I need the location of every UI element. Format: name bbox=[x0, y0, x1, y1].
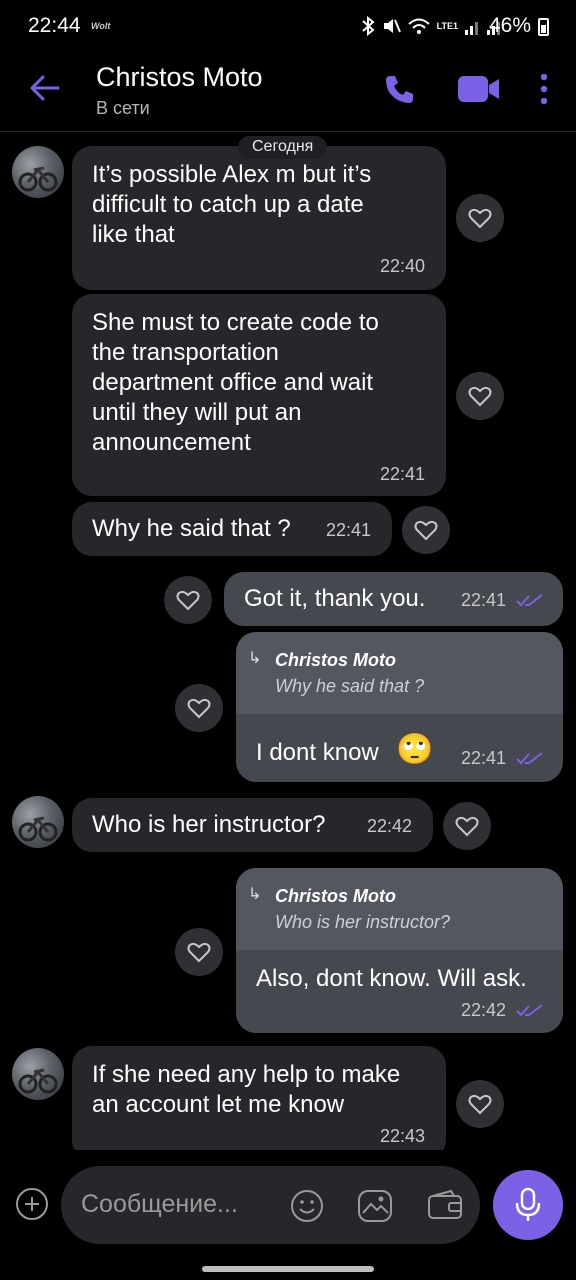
microphone-icon bbox=[515, 1187, 541, 1221]
reply-quote-text: Why he said that ? bbox=[275, 676, 425, 696]
back-arrow-icon[interactable] bbox=[28, 74, 62, 102]
emoji-icon[interactable] bbox=[290, 1189, 324, 1223]
message-time: 22:41 bbox=[326, 520, 372, 540]
chat-header: Christos Moto В сети bbox=[0, 54, 576, 132]
message-text: It’s possible Alex m but it’s difficult … bbox=[92, 161, 372, 248]
motorcycle-avatar-icon bbox=[18, 166, 58, 192]
contact-name[interactable]: Christos Moto bbox=[96, 62, 263, 93]
message-composer: Сообщение... bbox=[0, 1150, 576, 1280]
message-bubble-outgoing-reply[interactable]: ↳ Christos Moto Who is her instructor? A… bbox=[236, 868, 563, 1033]
battery-percent: 46% bbox=[489, 14, 532, 37]
message-text: Who is her instructor? bbox=[92, 811, 326, 838]
bluetooth-icon bbox=[361, 16, 375, 36]
status-time: 22:44 bbox=[28, 14, 81, 37]
heart-icon bbox=[187, 698, 211, 719]
wallet-icon[interactable] bbox=[427, 1190, 463, 1220]
like-button[interactable] bbox=[402, 506, 450, 554]
message-list[interactable]: It’s possible Alex m but it’s difficult … bbox=[0, 132, 576, 1160]
mute-icon bbox=[383, 19, 401, 33]
status-bar: 22:44 Wolt LTE1 46% bbox=[0, 0, 576, 54]
message-time: 22:41 bbox=[380, 464, 426, 484]
double-check-icon bbox=[516, 594, 543, 607]
message-time: 22:40 bbox=[380, 256, 426, 276]
like-button[interactable] bbox=[164, 576, 212, 624]
more-vertical-icon[interactable] bbox=[530, 72, 558, 106]
message-text: She must to create code to the transport… bbox=[92, 309, 379, 456]
status-app-label: Wolt bbox=[91, 21, 111, 31]
double-check-icon bbox=[516, 1004, 543, 1017]
message-time: 22:42 bbox=[461, 1000, 507, 1020]
plus-icon[interactable] bbox=[16, 1188, 48, 1220]
message-bubble-incoming[interactable]: If she need any help to make an account … bbox=[72, 1046, 446, 1160]
reply-quote-name: Christos Moto bbox=[275, 886, 396, 906]
motorcycle-avatar-icon bbox=[18, 1068, 58, 1094]
message-time: 22:43 bbox=[380, 1126, 426, 1146]
reply-arrow-icon: ↳ bbox=[248, 650, 262, 667]
microphone-button[interactable] bbox=[493, 1170, 563, 1240]
phone-icon[interactable] bbox=[383, 72, 417, 106]
message-time: 22:42 bbox=[367, 816, 413, 836]
message-bubble-incoming[interactable]: It’s possible Alex m but it’s difficult … bbox=[72, 146, 446, 290]
like-button[interactable] bbox=[456, 194, 504, 242]
battery-icon bbox=[538, 18, 549, 36]
avatar[interactable] bbox=[12, 1048, 64, 1100]
message-bubble-outgoing-reply[interactable]: ↳ Christos Moto Why he said that ? I don… bbox=[236, 632, 563, 782]
reply-quote[interactable]: ↳ Christos Moto Who is her instructor? bbox=[236, 868, 563, 950]
reply-quote-name: Christos Moto bbox=[275, 650, 396, 670]
date-divider: Сегодня bbox=[238, 136, 328, 159]
like-button[interactable] bbox=[175, 684, 223, 732]
message-time: 22:41 bbox=[461, 748, 507, 768]
reply-arrow-icon: ↳ bbox=[248, 886, 262, 903]
message-text: Also, dont know. Will ask. bbox=[256, 965, 527, 992]
heart-icon bbox=[414, 520, 438, 541]
like-button[interactable] bbox=[456, 372, 504, 420]
message-bubble-incoming[interactable]: Why he said that ? 22:41 bbox=[72, 502, 392, 556]
reply-quote-text: Who is her instructor? bbox=[275, 912, 451, 932]
heart-icon bbox=[468, 386, 492, 407]
sticker-icon[interactable] bbox=[357, 1189, 393, 1223]
message-input[interactable]: Сообщение... bbox=[61, 1166, 480, 1244]
status-icons: LTE1 bbox=[361, 16, 502, 36]
message-text: Why he said that ? bbox=[92, 515, 291, 542]
heart-icon bbox=[455, 816, 479, 837]
like-button[interactable] bbox=[443, 802, 491, 850]
double-check-icon bbox=[516, 752, 543, 765]
signal-icon bbox=[465, 22, 478, 35]
message-time: 22:41 bbox=[461, 590, 507, 610]
video-camera-icon[interactable] bbox=[457, 74, 501, 104]
like-button[interactable] bbox=[456, 1080, 504, 1128]
contact-status: В сети bbox=[96, 98, 150, 118]
heart-icon bbox=[468, 208, 492, 229]
message-text: If she need any help to make an account … bbox=[92, 1061, 401, 1118]
message-text: Got it, thank you. bbox=[244, 585, 426, 612]
message-bubble-incoming[interactable]: Who is her instructor? 22:42 bbox=[72, 798, 433, 852]
message-bubble-outgoing[interactable]: Got it, thank you. 22:41 bbox=[224, 572, 563, 626]
heart-icon bbox=[176, 590, 200, 611]
motorcycle-avatar-icon bbox=[18, 816, 58, 842]
like-button[interactable] bbox=[175, 928, 223, 976]
message-bubble-incoming[interactable]: She must to create code to the transport… bbox=[72, 294, 446, 496]
avatar[interactable] bbox=[12, 796, 64, 848]
reply-quote[interactable]: ↳ Christos Moto Why he said that ? bbox=[236, 632, 563, 714]
heart-icon bbox=[468, 1094, 492, 1115]
message-input-placeholder: Сообщение... bbox=[81, 1190, 238, 1218]
wifi-icon bbox=[407, 18, 430, 34]
home-indicator bbox=[202, 1266, 374, 1272]
eye-roll-emoji: 🙄 bbox=[396, 733, 434, 766]
network-label: LTE1 bbox=[436, 21, 458, 31]
message-text: I dont know bbox=[256, 739, 379, 766]
avatar[interactable] bbox=[12, 146, 64, 198]
heart-icon bbox=[187, 942, 211, 963]
